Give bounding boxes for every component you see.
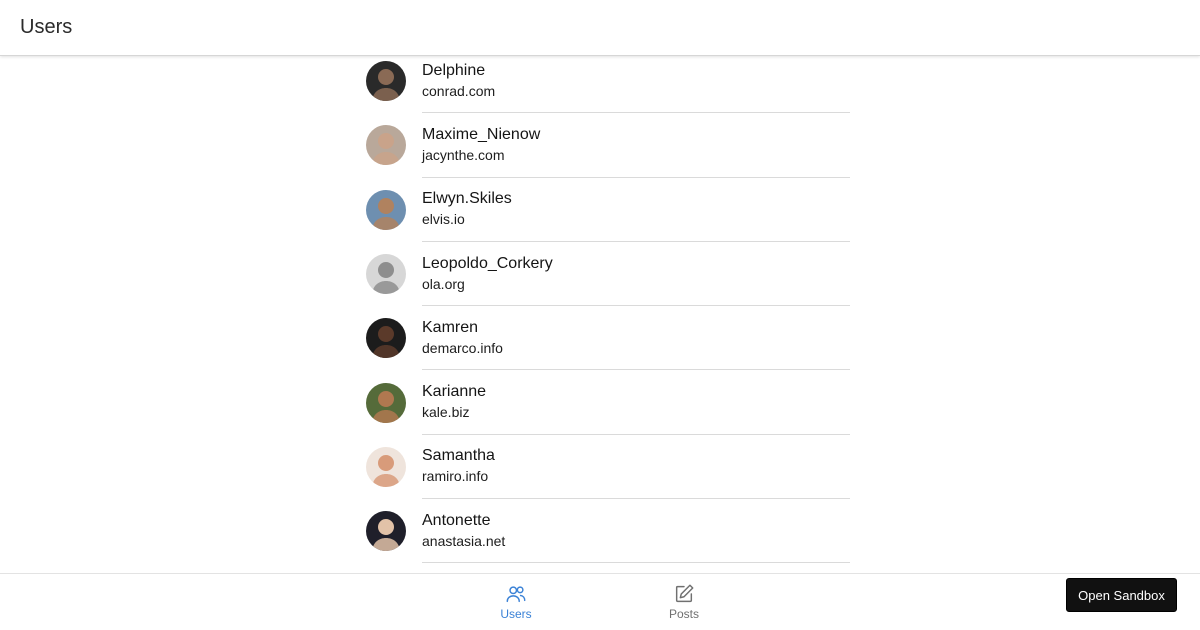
user-name: Kamren — [422, 318, 479, 336]
user-text: Samantha ramiro.info — [422, 435, 850, 500]
user-name: Leopoldo_Corkery — [422, 254, 553, 272]
avatar — [366, 189, 406, 230]
user-text: Karianne kale.biz — [422, 370, 850, 435]
user-text: Elwyn.Skiles elvis.io — [422, 178, 850, 242]
user-list-scroll[interactable]: Delphine conrad.com Maxime_Nienow jacynthe.… — [0, 56, 1200, 573]
avatar — [366, 318, 406, 359]
tab-users[interactable]: Users — [466, 574, 566, 630]
user-list-item[interactable]: Leopoldo_Corkery ola.org — [366, 242, 850, 307]
page-title: Users — [20, 16, 73, 38]
user-list-item[interactable]: Delphine conrad.com — [366, 56, 850, 114]
avatar — [366, 61, 406, 102]
user-website: demarco.info — [422, 339, 503, 356]
user-name: Elwyn.Skiles — [422, 190, 512, 208]
user-name: Antonette — [422, 511, 491, 529]
user-list-item[interactable]: Maxime_Nienow jacynthe.com — [366, 113, 850, 178]
avatar — [366, 125, 406, 166]
avatar — [366, 446, 406, 487]
user-name: Samantha — [422, 447, 495, 465]
user-website: ola.org — [422, 275, 465, 292]
avatar — [366, 254, 406, 295]
user-list-item[interactable]: Elwyn.Skiles elvis.io — [366, 178, 850, 242]
user-website: ramiro.info — [422, 468, 489, 485]
user-name: Karianne — [422, 383, 487, 401]
user-list-item[interactable]: Kamren demarco.info — [366, 306, 850, 371]
app-header: Users — [0, 0, 1200, 56]
user-text: Delphine conrad.com — [422, 56, 850, 114]
user-text: Brethildegard.org — [422, 563, 850, 573]
user-name: Delphine — [422, 61, 486, 79]
user-website: elvis.io — [422, 211, 465, 228]
tab-posts-label: Posts — [668, 607, 699, 621]
users-icon — [506, 586, 526, 603]
tab-users-label: Users — [500, 607, 532, 621]
user-website: kale.biz — [422, 404, 470, 421]
user-list-item[interactable]: Karianne kale.biz — [366, 370, 850, 435]
user-website: conrad.com — [422, 82, 496, 99]
user-text: Leopoldo_Corkery ola.org — [422, 242, 850, 307]
avatar — [366, 511, 406, 552]
user-name: Maxime_Nienow — [422, 125, 541, 143]
bottom-tab-bar: Users Posts — [0, 573, 1200, 630]
user-website: anastasia.net — [422, 532, 506, 549]
user-list-item[interactable]: Samantha ramiro.info — [366, 435, 850, 500]
user-list-item[interactable]: Antonette anastasia.net — [366, 499, 850, 564]
user-list: Delphine conrad.com Maxime_Nienow jacynthe.… — [366, 56, 850, 573]
user-text: Antonette anastasia.net — [422, 499, 850, 564]
open-sandbox-button[interactable]: Open Sandbox — [1066, 578, 1177, 612]
edit-icon — [675, 584, 694, 603]
tab-posts[interactable]: Posts — [634, 574, 734, 630]
avatar — [366, 382, 406, 423]
user-list-item[interactable]: Brethildegard.org — [366, 563, 850, 573]
user-text: Maxime_Nienow jacynthe.com — [422, 113, 850, 178]
user-website: jacynthe.com — [422, 146, 505, 163]
user-text: Kamren demarco.info — [422, 306, 850, 371]
